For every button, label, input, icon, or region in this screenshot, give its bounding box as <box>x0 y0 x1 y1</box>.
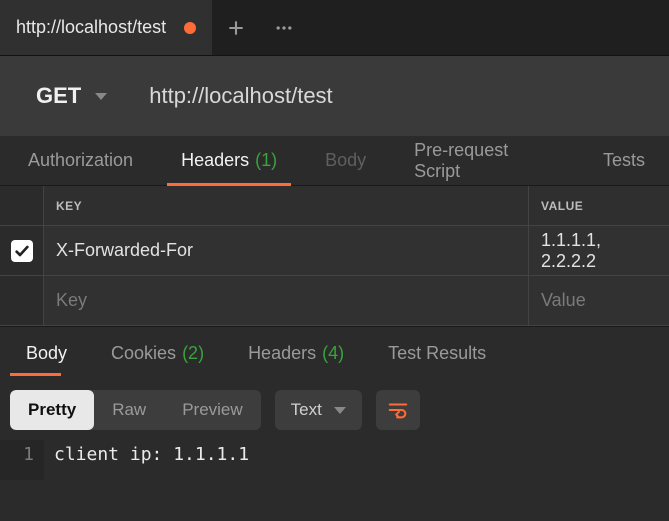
chevron-down-icon <box>95 93 107 100</box>
new-tab-button[interactable] <box>212 0 260 55</box>
header-row: X-Forwarded-For 1.1.1.1, 2.2.2.2 <box>0 226 669 276</box>
line-gutter: 1 <box>0 440 44 480</box>
header-row-empty: Key Value <box>0 276 669 326</box>
view-preview-label: Preview <box>182 400 242 420</box>
unsaved-indicator-icon <box>184 22 196 34</box>
tab-prerequest-label: Pre-request Script <box>414 140 555 182</box>
tab-prerequest-script[interactable]: Pre-request Script <box>390 136 579 185</box>
view-pretty-label: Pretty <box>28 400 76 420</box>
header-key-placeholder: Key <box>56 290 87 311</box>
response-tab-cookies-label: Cookies <box>111 343 176 364</box>
header-key-text: X-Forwarded-For <box>56 240 193 261</box>
request-tab[interactable]: http://localhost/test <box>0 0 212 55</box>
response-tab-headers[interactable]: Headers (4) <box>226 327 366 380</box>
tab-more-button[interactable] <box>260 0 308 55</box>
tab-authorization-label: Authorization <box>28 150 133 171</box>
header-value-placeholder-cell[interactable]: Value <box>529 276 669 325</box>
chevron-down-icon <box>334 407 346 414</box>
tab-tests-label: Tests <box>603 150 645 171</box>
response-tab-headers-label: Headers <box>248 343 316 364</box>
tab-headers[interactable]: Headers (1) <box>157 136 301 185</box>
response-tab-cookies[interactable]: Cookies (2) <box>89 327 226 380</box>
response-body-line[interactable]: client ip: 1.1.1.1 <box>44 440 259 469</box>
tab-headers-count: (1) <box>255 150 277 171</box>
response-view-segmented: Pretty Raw Preview <box>10 390 261 430</box>
tab-tests[interactable]: Tests <box>579 136 669 185</box>
view-preview-button[interactable]: Preview <box>164 390 260 430</box>
response-format-label: Text <box>291 400 322 420</box>
headers-table-head: KEY VALUE <box>0 186 669 226</box>
header-value-placeholder: Value <box>541 290 586 311</box>
response-tab-test-results-label: Test Results <box>388 343 486 364</box>
url-input[interactable] <box>149 83 655 109</box>
response-tab-body[interactable]: Body <box>4 327 89 380</box>
header-value-text: 1.1.1.1, 2.2.2.2 <box>541 230 657 272</box>
request-tab-title: http://localhost/test <box>16 17 166 38</box>
response-tab-test-results[interactable]: Test Results <box>366 327 508 380</box>
response-tab-body-label: Body <box>26 343 67 364</box>
header-value-cell[interactable]: 1.1.1.1, 2.2.2.2 <box>529 226 669 275</box>
tab-headers-label: Headers <box>181 150 249 171</box>
view-raw-button[interactable]: Raw <box>94 390 164 430</box>
http-method-dropdown[interactable]: GET <box>14 69 129 123</box>
response-format-dropdown[interactable]: Text <box>275 390 362 430</box>
wrap-lines-button[interactable] <box>376 390 420 430</box>
col-value: VALUE <box>529 186 669 225</box>
http-method-label: GET <box>36 83 81 109</box>
header-key-placeholder-cell[interactable]: Key <box>44 276 529 325</box>
wrap-icon <box>387 399 409 421</box>
view-raw-label: Raw <box>112 400 146 420</box>
response-tab-headers-count: (4) <box>322 343 344 364</box>
response-tab-cookies-count: (2) <box>182 343 204 364</box>
tab-body-label: Body <box>325 150 366 171</box>
header-row-checkbox[interactable] <box>11 240 33 262</box>
tab-body[interactable]: Body <box>301 136 390 185</box>
header-key-cell[interactable]: X-Forwarded-For <box>44 226 529 275</box>
tab-authorization[interactable]: Authorization <box>4 136 157 185</box>
view-pretty-button[interactable]: Pretty <box>10 390 94 430</box>
headers-table: KEY VALUE X-Forwarded-For 1.1.1.1, 2.2.2… <box>0 186 669 326</box>
col-key: KEY <box>44 186 529 225</box>
response-body: 1 client ip: 1.1.1.1 <box>0 440 669 480</box>
